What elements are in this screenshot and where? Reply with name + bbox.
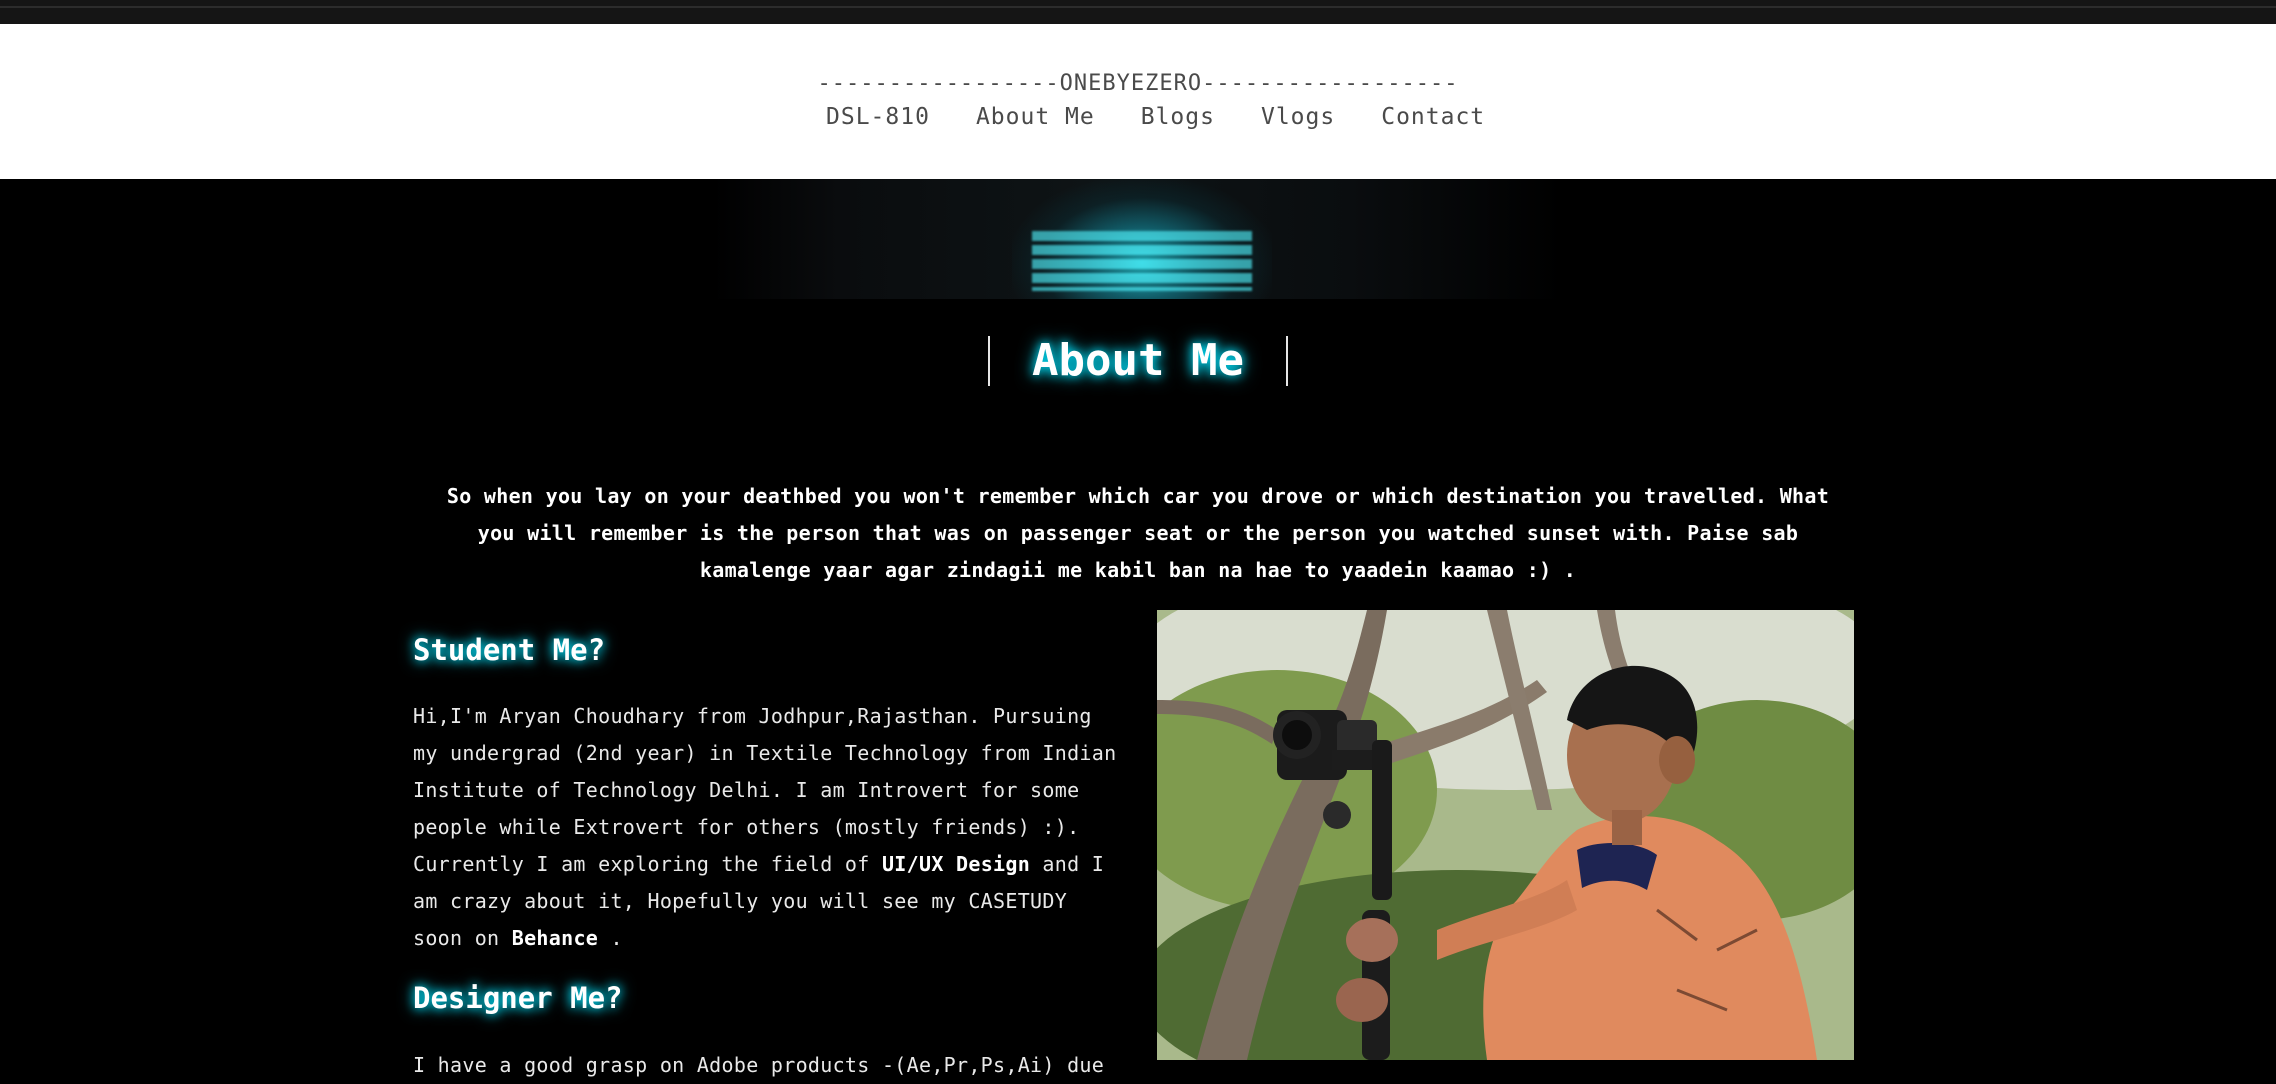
student-heading: Student Me? bbox=[413, 633, 606, 667]
main-nav: DSL-810 About Me Blogs Vlogs Contact bbox=[826, 104, 1485, 130]
site-header: -----------------ONEBYEZERO-------------… bbox=[0, 24, 2276, 179]
behance-strong: Behance bbox=[511, 926, 599, 950]
profile-photo-illustration bbox=[1157, 610, 1854, 1060]
hero-banner-image bbox=[712, 179, 1564, 299]
page-title: About Me bbox=[1032, 335, 1244, 386]
nav-item-blogs[interactable]: Blogs bbox=[1141, 104, 1215, 130]
page-title-frame: About Me bbox=[988, 336, 1288, 386]
student-paragraph: Hi,I'm Aryan Choudhary from Jodhpur,Raja… bbox=[413, 698, 1118, 957]
page-title-wrapper: About Me bbox=[0, 336, 2276, 386]
designer-heading: Designer Me? bbox=[413, 981, 623, 1015]
nav-item-contact[interactable]: Contact bbox=[1381, 104, 1485, 130]
brand-logo-text[interactable]: -----------------ONEBYEZERO-------------… bbox=[0, 71, 2276, 96]
banner-neon-text-graphic bbox=[1032, 231, 1252, 291]
quote-paragraph: So when you lay on your deathbed you won… bbox=[446, 484, 1830, 582]
browser-top-bar bbox=[0, 0, 2276, 26]
profile-photo bbox=[1157, 610, 1854, 1060]
student-text-3: . bbox=[598, 926, 623, 950]
nav-item-vlogs[interactable]: Vlogs bbox=[1261, 104, 1335, 130]
nav-item-about-me[interactable]: About Me bbox=[976, 104, 1095, 130]
uiux-strong: UI/UX Design bbox=[881, 852, 1031, 876]
nav-item-dsl-810[interactable]: DSL-810 bbox=[826, 104, 930, 130]
student-text-1: Hi,I'm Aryan Choudhary from Jodhpur,Raja… bbox=[413, 704, 1117, 876]
designer-paragraph: I have a good grasp on Adobe products -(… bbox=[413, 1053, 1105, 1077]
